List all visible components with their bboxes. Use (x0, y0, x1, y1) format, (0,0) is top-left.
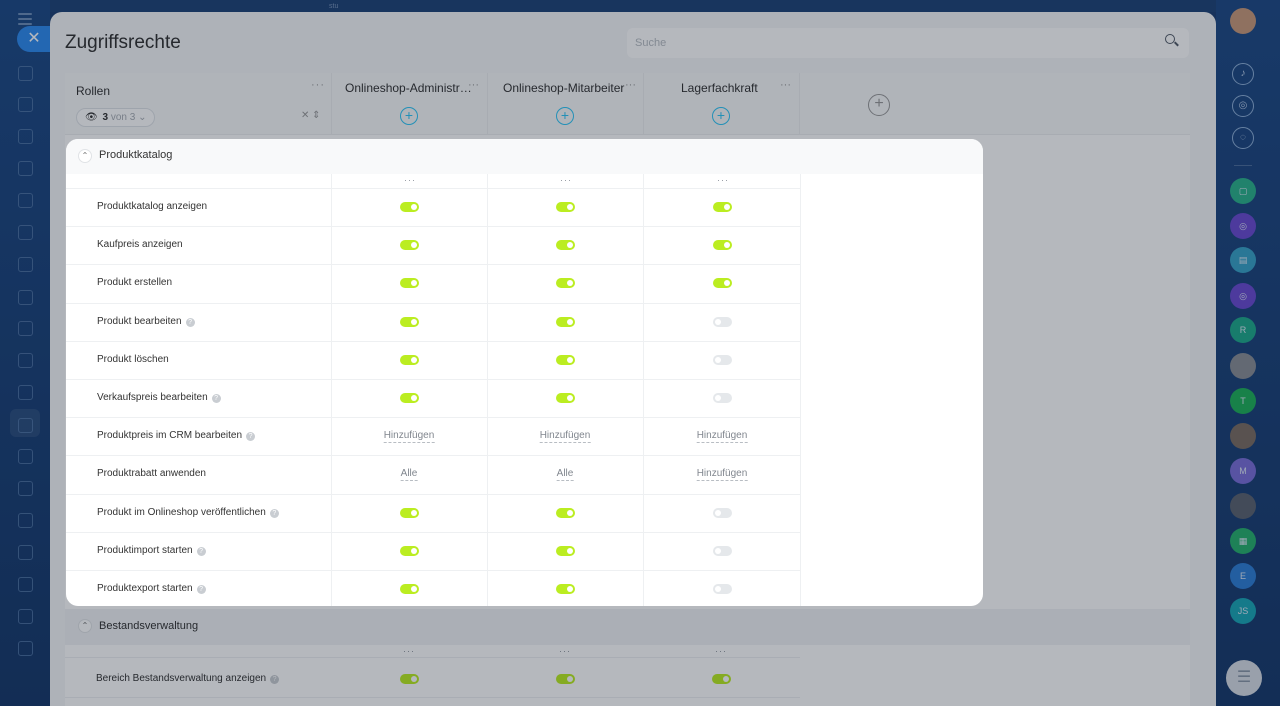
divider (66, 532, 801, 533)
help-icon[interactable]: ? (269, 509, 279, 518)
section-title: Produktkatalog (99, 149, 173, 161)
column-more-icon[interactable]: ··· (404, 175, 416, 185)
chevron-up-icon[interactable]: ⌃ (78, 149, 92, 163)
permission-toggle[interactable] (556, 278, 575, 288)
permission-toggle[interactable] (400, 508, 419, 518)
permission-label: Kaufpreis anzeigen (97, 239, 183, 250)
permission-value-link[interactable]: Alle (556, 468, 574, 481)
permission-toggle[interactable] (400, 278, 419, 288)
permission-toggle[interactable] (556, 393, 575, 403)
permission-toggle[interactable] (556, 355, 575, 365)
divider (66, 303, 801, 304)
permission-text: Produktpreis im CRM bearbeiten (97, 430, 243, 441)
help-icon[interactable]: ? (185, 318, 195, 327)
permission-toggle[interactable] (556, 546, 575, 556)
divider (66, 379, 801, 380)
permission-toggle[interactable] (713, 584, 732, 594)
help-icon[interactable]: ? (196, 585, 206, 594)
help-icon[interactable]: ? (196, 547, 206, 556)
divider (66, 417, 801, 418)
section-header[interactable]: ⌃ Produktkatalog (66, 139, 983, 174)
permission-toggle[interactable] (400, 546, 419, 556)
permission-text: Produkt löschen (97, 354, 169, 365)
permission-toggle[interactable] (400, 584, 419, 594)
permission-text: Verkaufspreis bearbeiten (97, 392, 208, 403)
permission-label: Produkt löschen (97, 354, 169, 365)
permission-value-link[interactable]: Hinzufügen (539, 430, 591, 443)
permission-toggle[interactable] (400, 202, 419, 212)
divider (66, 264, 801, 265)
column-more-icon[interactable]: ··· (717, 175, 729, 185)
divider (331, 174, 332, 606)
permission-toggle[interactable] (713, 508, 732, 518)
divider (800, 174, 801, 606)
permission-toggle[interactable] (400, 355, 419, 365)
permission-text: Produktimport starten (97, 545, 193, 556)
permission-text: Produktexport starten (97, 583, 193, 594)
permission-toggle[interactable] (713, 240, 732, 250)
permission-label: Produktimport starten? (97, 545, 206, 556)
permission-text: Produkt bearbeiten (97, 316, 182, 327)
permission-toggle[interactable] (400, 393, 419, 403)
divider (66, 455, 801, 456)
permission-label: Produkt bearbeiten? (97, 316, 195, 327)
permission-toggle[interactable] (556, 508, 575, 518)
permission-toggle[interactable] (556, 240, 575, 250)
permission-value-link[interactable]: Hinzufügen (383, 430, 435, 443)
permission-label: Produktrabatt anwenden (97, 468, 206, 479)
permission-toggle[interactable] (713, 202, 732, 212)
permission-label: Produktexport starten? (97, 583, 206, 594)
divider (66, 188, 801, 189)
permission-toggle[interactable] (713, 278, 732, 288)
permission-text: Produkt im Onlineshop veröffentlichen (97, 507, 266, 518)
permission-toggle[interactable] (556, 317, 575, 327)
permission-value-link[interactable]: Hinzufügen (696, 468, 748, 481)
permission-toggle[interactable] (556, 202, 575, 212)
permission-toggle[interactable] (713, 317, 732, 327)
permission-text: Produktkatalog anzeigen (97, 201, 208, 212)
permission-label: Produkt im Onlineshop veröffentlichen? (97, 507, 279, 518)
divider (487, 174, 488, 606)
permission-label: Produktpreis im CRM bearbeiten? (97, 430, 256, 441)
divider (66, 570, 801, 571)
permission-value-link[interactable]: Alle (400, 468, 418, 481)
divider (66, 494, 801, 495)
section-card-produktkatalog: ⌃ Produktkatalog ··· ··· ··· Produktkata… (66, 139, 983, 606)
permission-value-link[interactable]: Hinzufügen (696, 430, 748, 443)
permission-label: Produktkatalog anzeigen (97, 201, 207, 212)
permission-text: Produktrabatt anwenden (97, 468, 206, 479)
permission-label: Produkt erstellen (97, 277, 172, 288)
divider (66, 341, 801, 342)
permission-toggle[interactable] (713, 546, 732, 556)
permission-toggle[interactable] (713, 393, 732, 403)
permission-text: Produkt erstellen (97, 277, 173, 288)
column-more-icon[interactable]: ··· (560, 175, 572, 185)
permission-label: Verkaufspreis bearbeiten? (97, 392, 221, 403)
divider (66, 226, 801, 227)
permission-toggle[interactable] (713, 355, 732, 365)
permission-toggle[interactable] (400, 240, 419, 250)
help-icon[interactable]: ? (246, 432, 256, 441)
permission-toggle[interactable] (400, 317, 419, 327)
help-icon[interactable]: ? (211, 394, 221, 403)
permission-text: Kaufpreis anzeigen (97, 239, 183, 250)
permission-toggle[interactable] (556, 584, 575, 594)
divider (643, 174, 644, 606)
